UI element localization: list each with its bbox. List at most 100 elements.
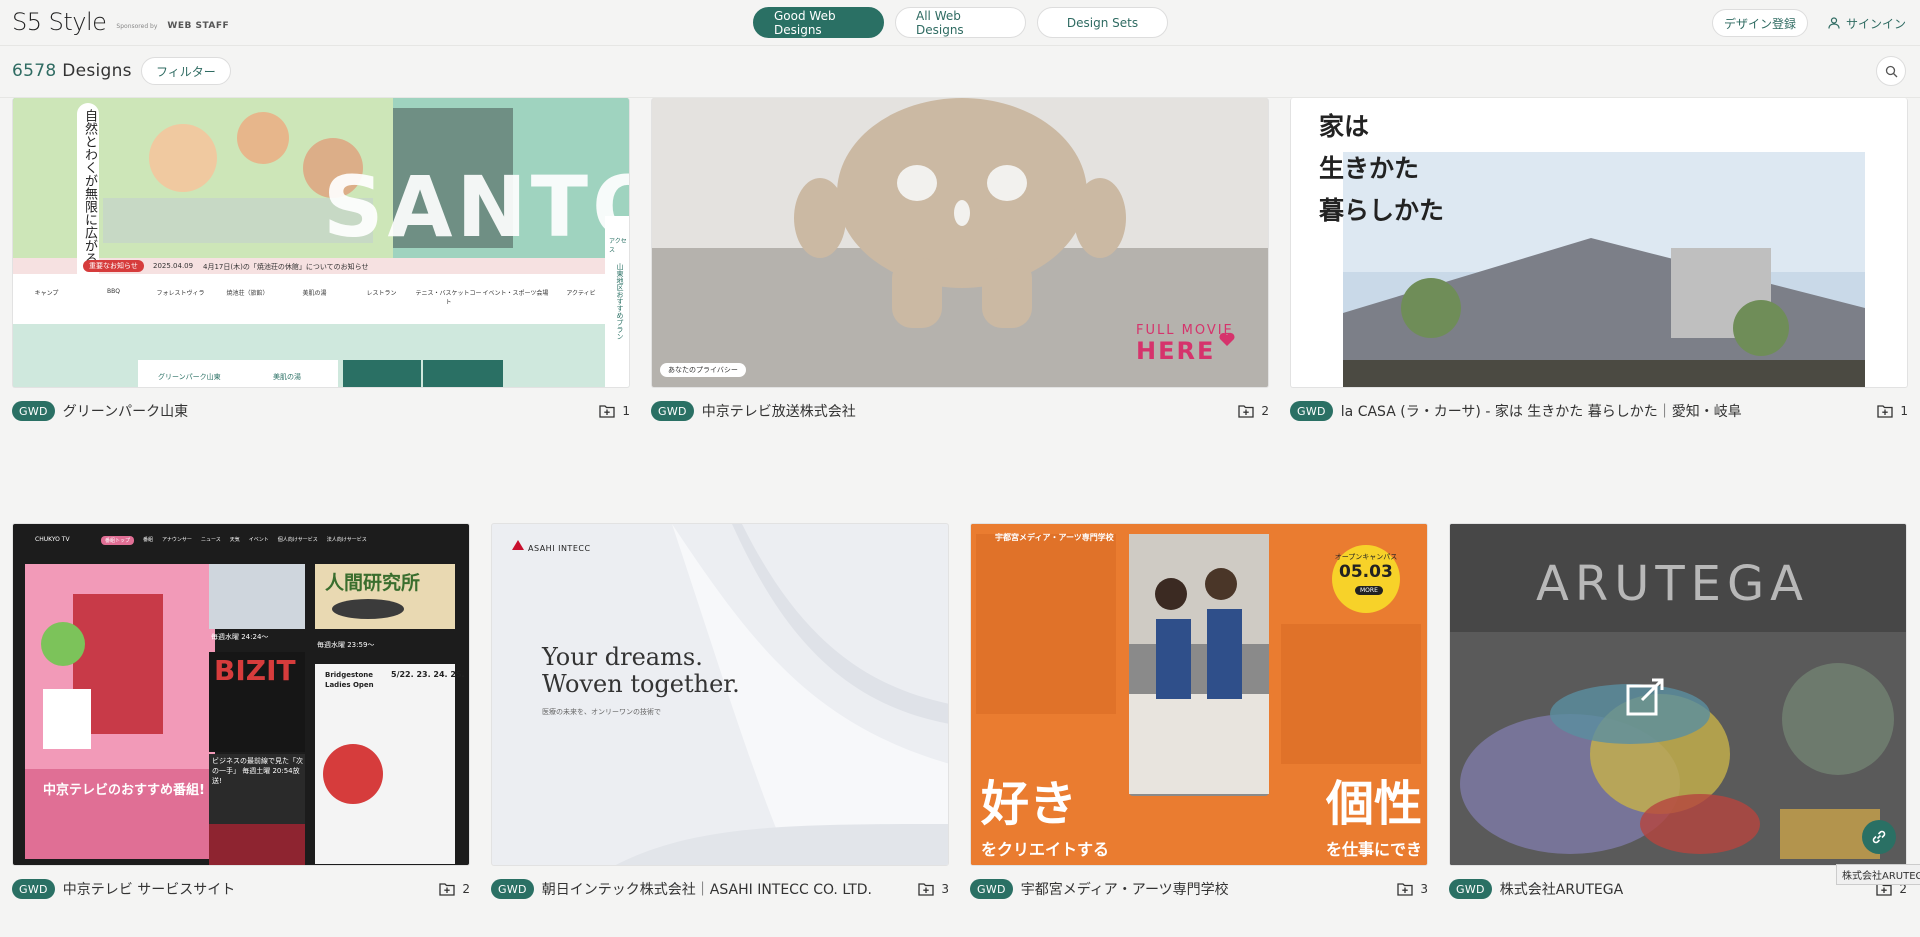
gwd-badge: GWD [491, 879, 534, 899]
gwd-badge: GWD [1290, 401, 1333, 421]
collection-count[interactable]: 2 [1238, 404, 1269, 418]
thumb-icon-label: テニス・バスケットコート [415, 290, 482, 306]
thumb-nav: 番組トップ 番組 アナウンサー ニュース 天気 イベント 個人向けサービス 法人… [101, 536, 367, 545]
thumb-vertical-text: 自然とわくが無限に広がる。 [77, 103, 99, 284]
register-design-button[interactable]: デザイン登録 [1711, 9, 1808, 37]
thumb-icon-label: イベント・スポーツ会場 [482, 290, 549, 297]
design-count-suffix: Designs [62, 61, 132, 81]
collection-count[interactable]: 2 [439, 882, 470, 896]
design-thumbnail[interactable]: 宇都宮メディア・アーツ専門学校 オープンキャンパス 05.03 MORE 好き … [970, 523, 1428, 866]
thumb-nav-item: 個人向けサービス [277, 537, 318, 543]
card-meta: GWD 中京テレビ放送株式会社 2 [651, 400, 1269, 422]
thumb-big-text: SANTO [323, 158, 629, 256]
collection-count[interactable]: 3 [1397, 882, 1428, 896]
thumb-show-dates: 5/22. 23. 24. 25. [391, 670, 465, 679]
thumb-copy-line: 生きかた [1319, 154, 1420, 183]
thumb-show: Bridgestone Ladies Open [325, 671, 374, 689]
design-card[interactable]: 宇都宮メディア・アーツ専門学校 オープンキャンパス 05.03 MORE 好き … [970, 523, 1428, 903]
thumb-nav-item: 法人向けサービス [326, 537, 367, 543]
card-meta: GWD 中京テレビ サービスサイト 2 [12, 878, 470, 900]
folder-add-icon [1397, 883, 1414, 896]
design-count: 6578 Designs [12, 61, 132, 81]
card-meta: GWD 宇都宮メディア・アーツ専門学校 3 [970, 878, 1428, 900]
thumb-pill: 美肌の湯 [273, 373, 301, 381]
design-thumbnail[interactable]: CHUKYO TV 番組トップ 番組 アナウンサー ニュース 天気 イベント 個… [12, 523, 470, 866]
design-thumbnail[interactable]: ASAHI INTECC Your dreams. Woven together… [491, 523, 949, 866]
collection-count-value: 3 [1420, 882, 1428, 896]
thumb-right-big: 個性 [1326, 776, 1423, 832]
collection-count[interactable]: 1 [1877, 404, 1908, 418]
folder-add-icon [599, 405, 616, 418]
design-thumbnail[interactable]: FULL MOVIE HERE あなたのプライバシー [651, 98, 1269, 388]
collection-count[interactable]: 3 [918, 882, 949, 896]
design-thumbnail[interactable]: ARUTEGA [1449, 523, 1907, 866]
card-title[interactable]: グリーンパーク山東 [63, 401, 188, 421]
thumb-right-small: を仕事にできる [1326, 840, 1423, 865]
collection-count-value: 1 [1900, 404, 1908, 418]
thumb-brand: ASAHI INTECC [528, 544, 591, 553]
thumb-copy-line: 家は [1319, 112, 1370, 141]
copy-link-button[interactable] [1862, 820, 1896, 854]
thumb-news-date: 2025.04.09 [153, 262, 194, 270]
search-button[interactable] [1876, 56, 1906, 86]
card-title[interactable]: 中京テレビ サービスサイト [63, 879, 235, 899]
design-card[interactable]: FULL MOVIE HERE あなたのプライバシー GWD 中京テレビ放送株式… [651, 98, 1269, 428]
design-card[interactable]: ARUTEGA GWD 株式会社ARUTEGA 2 [1449, 523, 1907, 903]
thumb-brand: CHUKYO TV [35, 536, 70, 543]
folder-add-icon [1877, 405, 1894, 418]
thumb-nav-item: 番組トップ [101, 536, 135, 545]
design-count-number: 6578 [12, 61, 57, 81]
thumb-news-tag: 重要なお知らせ [83, 260, 144, 272]
design-thumbnail[interactable]: 自然とわくが無限に広がる。 SANTO 重要なお知らせ 2025.04.09 4… [12, 98, 630, 388]
results-bar: 6578 Designs フィルター [0, 46, 1920, 98]
thumb-side-access: アクセス [609, 238, 627, 254]
thumb-icon-label: キャンプ [34, 290, 59, 297]
thumb-icon-label: 焼池荘（旅館） [226, 290, 269, 297]
signin-link[interactable]: サインイン [1828, 15, 1906, 32]
logo-text: S5 Style [12, 8, 107, 36]
design-card[interactable]: CHUKYO TV 番組トップ 番組 アナウンサー ニュース 天気 イベント 個… [12, 523, 470, 903]
design-thumbnail[interactable]: 家は 生きかた 暮らしかた [1290, 98, 1908, 388]
design-card[interactable]: ASAHI INTECC Your dreams. Woven together… [491, 523, 949, 903]
design-card[interactable]: 自然とわくが無限に広がる。 SANTO 重要なお知らせ 2025.04.09 4… [12, 98, 630, 428]
thumb-movie-line1: FULL MOVIE [1136, 323, 1234, 338]
thumb-recommend: 中京テレビのおすすめ番組! [43, 783, 205, 798]
collection-count-value: 3 [941, 882, 949, 896]
collection-count-value: 2 [1261, 404, 1269, 418]
nav-all-web-designs[interactable]: All Web Designs [895, 7, 1026, 38]
thumb-privacy: あなたのプライバシー [660, 363, 746, 377]
thumb-school: 宇都宮メディア・アーツ専門学校 [995, 533, 1114, 542]
card-title[interactable]: 宇都宮メディア・アーツ専門学校 [1021, 879, 1229, 899]
thumb-icon-row: キャンプ BBQ フォレストヴィラ 焼池荘（旅館） 美肌の湯 レストラン テニス… [13, 288, 613, 306]
gwd-badge: GWD [970, 879, 1013, 899]
thumb-nav-item: アナウンサー [162, 537, 192, 543]
site-logo[interactable]: S5 Style Sponsored by WEB STAFF [12, 8, 229, 36]
nav-design-sets[interactable]: Design Sets [1037, 7, 1168, 38]
nav-good-web-designs[interactable]: Good Web Designs [753, 7, 884, 38]
thumb-headline-line: Woven together. [542, 670, 740, 698]
main-nav: Good Web Designs All Web Designs Design … [753, 7, 1168, 38]
top-header: S5 Style Sponsored by WEB STAFF Good Web… [0, 0, 1920, 46]
card-meta: GWD 朝日インテック株式会社｜ASAHI INTECC CO. LTD. 3 [491, 878, 949, 900]
folder-add-icon [918, 883, 935, 896]
search-icon [1885, 65, 1897, 77]
thumb-pill: グリーンパーク山東 [158, 373, 221, 381]
thumb-headline: Your dreams. Woven together. [542, 644, 740, 698]
gwd-badge: GWD [12, 401, 55, 421]
card-title[interactable]: la CASA (ラ・カーサ) - 家は 生きかた 暮らしかた｜愛知・岐阜 [1341, 401, 1742, 421]
sponsor-name: WEB STAFF [167, 21, 230, 31]
thumb-icon-label: レストラン [366, 290, 397, 297]
card-title[interactable]: 朝日インテック株式会社｜ASAHI INTECC CO. LTD. [542, 879, 872, 899]
filter-button[interactable]: フィルター [141, 57, 231, 85]
card-title[interactable]: 中京テレビ放送株式会社 [702, 401, 856, 421]
thumb-icon-label: アクティビ [566, 290, 596, 297]
header-actions: デザイン登録 サインイン [1711, 9, 1906, 37]
collection-count-value: 2 [462, 882, 470, 896]
collection-count[interactable]: 1 [599, 404, 630, 418]
thumb-movie-line2: HERE [1136, 337, 1216, 365]
design-card[interactable]: 家は 生きかた 暮らしかた GWD la CASA (ラ・カーサ) - 家は 生… [1290, 98, 1908, 428]
thumb-more: MORE [1355, 586, 1383, 595]
card-title[interactable]: 株式会社ARUTEGA [1500, 879, 1623, 899]
thumb-icon-label: BBQ [107, 288, 120, 295]
card-meta: GWD la CASA (ラ・カーサ) - 家は 生きかた 暮らしかた｜愛知・岐… [1290, 400, 1908, 422]
